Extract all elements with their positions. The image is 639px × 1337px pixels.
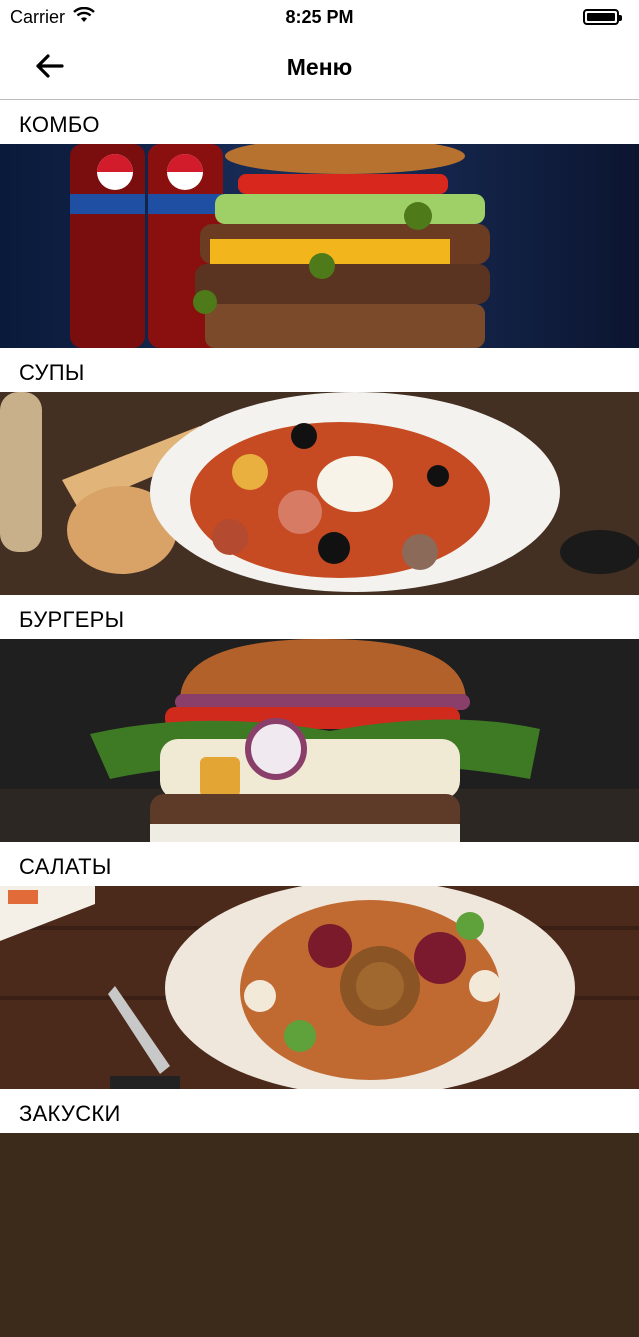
battery-fill — [587, 13, 615, 21]
status-time: 8:25 PM — [285, 6, 354, 27]
category-label: БУРГЕРЫ — [0, 595, 639, 639]
page-title: Меню — [286, 54, 353, 80]
category-label: ЗАКУСКИ — [0, 1089, 639, 1133]
carrier-label: Carrier — [10, 6, 66, 27]
wifi-icon — [73, 6, 95, 28]
category-image-combo — [0, 144, 639, 348]
category-item-combo[interactable]: КОМБО — [0, 100, 639, 348]
category-label: САЛАТЫ — [0, 842, 639, 886]
category-item-burgers[interactable]: БУРГЕРЫ — [0, 595, 639, 843]
category-label: КОМБО — [0, 100, 639, 144]
status-left: Carrier — [10, 6, 95, 28]
category-label: СУПЫ — [0, 348, 639, 392]
category-item-soups[interactable]: СУПЫ — [0, 348, 639, 596]
category-image-soups — [0, 392, 639, 596]
category-image-snacks — [0, 1133, 639, 1337]
category-item-snacks[interactable]: ЗАКУСКИ — [0, 1089, 639, 1337]
category-image-burgers — [0, 639, 639, 843]
category-item-salads[interactable]: САЛАТЫ — [0, 842, 639, 1090]
navigation-bar: Меню — [0, 34, 639, 100]
category-image-salads — [0, 886, 639, 1090]
battery-icon — [583, 9, 622, 25]
status-bar: Carrier 8:25 PM — [0, 0, 639, 34]
